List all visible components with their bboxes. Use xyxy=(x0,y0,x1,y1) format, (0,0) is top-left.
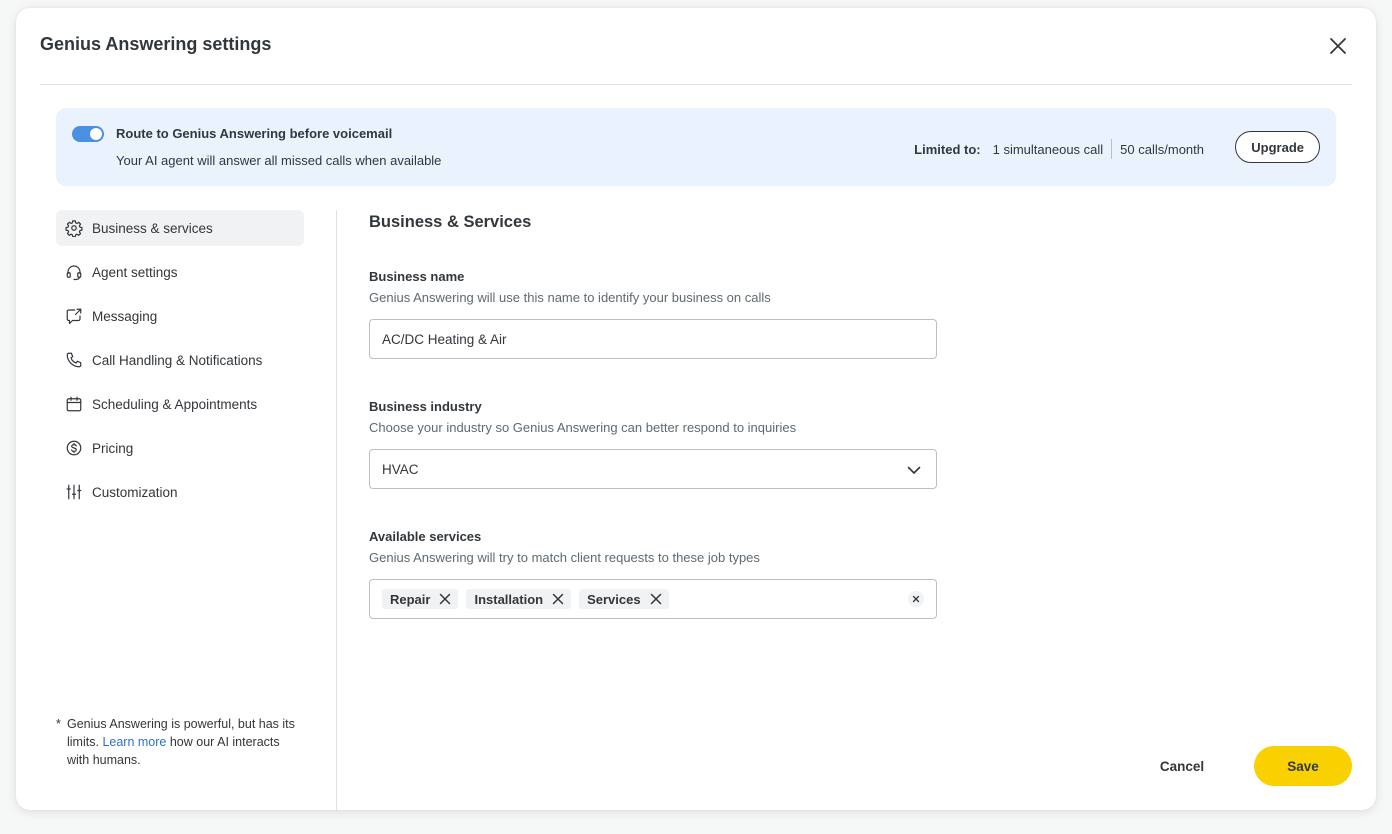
sidebar-item-call-handling[interactable]: Call Handling & Notifications xyxy=(56,342,304,378)
sidebar-item-business-services[interactable]: Business & services xyxy=(56,210,304,246)
dollar-icon xyxy=(65,439,83,457)
settings-modal: Genius Answering settings Route to Geniu… xyxy=(16,8,1376,810)
calendar-icon xyxy=(65,395,83,413)
learn-more-link[interactable]: Learn more xyxy=(102,735,166,749)
sidebar-item-agent-settings[interactable]: Agent settings xyxy=(56,254,304,290)
close-button[interactable] xyxy=(1326,34,1350,58)
sidebar-item-label: Customization xyxy=(92,484,178,500)
available-services-description: Genius Answering will try to match clien… xyxy=(369,550,760,565)
upgrade-button[interactable]: Upgrade xyxy=(1235,131,1320,163)
settings-sidebar: Business & services Agent settings Messa… xyxy=(56,210,304,518)
modal-title: Genius Answering settings xyxy=(40,34,272,54)
service-chips: Repair Installation Services xyxy=(382,589,669,609)
sidebar-item-pricing[interactable]: Pricing xyxy=(56,430,304,466)
save-button[interactable]: Save xyxy=(1254,746,1352,786)
modal-header: Genius Answering settings xyxy=(40,8,1352,85)
footnote-asterisk: * xyxy=(56,717,61,731)
limits-separator xyxy=(1111,139,1113,159)
voicemail-routing-banner: Route to Genius Answering before voicema… xyxy=(56,108,1336,186)
banner-title: Route to Genius Answering before voicema… xyxy=(116,126,393,141)
business-name-input-box xyxy=(369,319,937,359)
business-industry-field: Business industry Choose your industry s… xyxy=(369,399,937,489)
service-chip-repair: Repair xyxy=(382,589,459,609)
cancel-button[interactable]: Cancel xyxy=(1136,746,1228,786)
remove-chip-icon[interactable] xyxy=(649,592,663,606)
headset-icon xyxy=(65,263,83,281)
business-industry-description: Choose your industry so Genius Answering… xyxy=(369,420,797,435)
business-name-input[interactable] xyxy=(370,320,936,358)
sidebar-item-messaging[interactable]: Messaging xyxy=(56,298,304,334)
footnote-text-after: how our AI interacts with humans. xyxy=(67,735,280,767)
sidebar-item-label: Agent settings xyxy=(92,264,178,280)
business-industry-select[interactable]: HVAC xyxy=(369,449,937,489)
business-industry-label: Business industry xyxy=(369,399,482,414)
chevron-down-icon xyxy=(907,466,921,474)
available-services-label: Available services xyxy=(369,529,482,544)
service-chip-installation: Installation xyxy=(466,589,572,609)
available-services-field: Available services Genius Answering will… xyxy=(369,529,937,619)
chip-label: Services xyxy=(587,591,641,607)
chip-label: Installation xyxy=(474,591,544,607)
footnote-text: Genius Answering is powerful, but has it… xyxy=(67,715,296,769)
phone-icon xyxy=(65,351,83,369)
business-industry-value: HVAC xyxy=(382,462,419,477)
simultaneous-call-limit: 1 simultaneous call xyxy=(992,141,1104,157)
sidebar-item-customization[interactable]: Customization xyxy=(56,474,304,510)
limits-footnote: * Genius Answering is powerful, but has … xyxy=(56,715,296,769)
sidebar-item-label: Call Handling & Notifications xyxy=(92,352,263,368)
sidebar-item-label: Messaging xyxy=(92,308,158,324)
section-title: Business & Services xyxy=(369,213,532,231)
toggle-knob xyxy=(90,128,102,140)
business-name-field: Business name Genius Answering will use … xyxy=(369,269,937,359)
remove-chip-icon[interactable] xyxy=(438,592,452,606)
monthly-call-limit: 50 calls/month xyxy=(1120,141,1204,157)
close-icon xyxy=(1330,38,1346,54)
sidebar-item-label: Business & services xyxy=(92,220,213,236)
remove-chip-icon[interactable] xyxy=(551,592,565,606)
chat-share-icon xyxy=(65,307,83,325)
clear-all-icon[interactable] xyxy=(908,591,924,607)
sidebar-item-label: Pricing xyxy=(92,440,134,456)
usage-limits: Limited to: 1 simultaneous call 50 calls… xyxy=(914,139,1204,159)
chip-label: Repair xyxy=(390,591,431,607)
vertical-divider xyxy=(336,210,337,810)
route-toggle[interactable] xyxy=(72,126,104,142)
business-name-label: Business name xyxy=(369,269,465,284)
limits-label: Limited to: xyxy=(914,141,981,157)
gear-icon xyxy=(65,219,83,237)
banner-subtitle: Your AI agent will answer all missed cal… xyxy=(116,153,442,168)
business-name-description: Genius Answering will use this name to i… xyxy=(369,290,771,305)
service-chip-services: Services xyxy=(579,589,669,609)
sidebar-item-label: Scheduling & Appointments xyxy=(92,396,258,412)
services-multiselect[interactable]: Repair Installation Services xyxy=(369,579,937,619)
sliders-icon xyxy=(65,483,83,501)
sidebar-item-scheduling[interactable]: Scheduling & Appointments xyxy=(56,386,304,422)
